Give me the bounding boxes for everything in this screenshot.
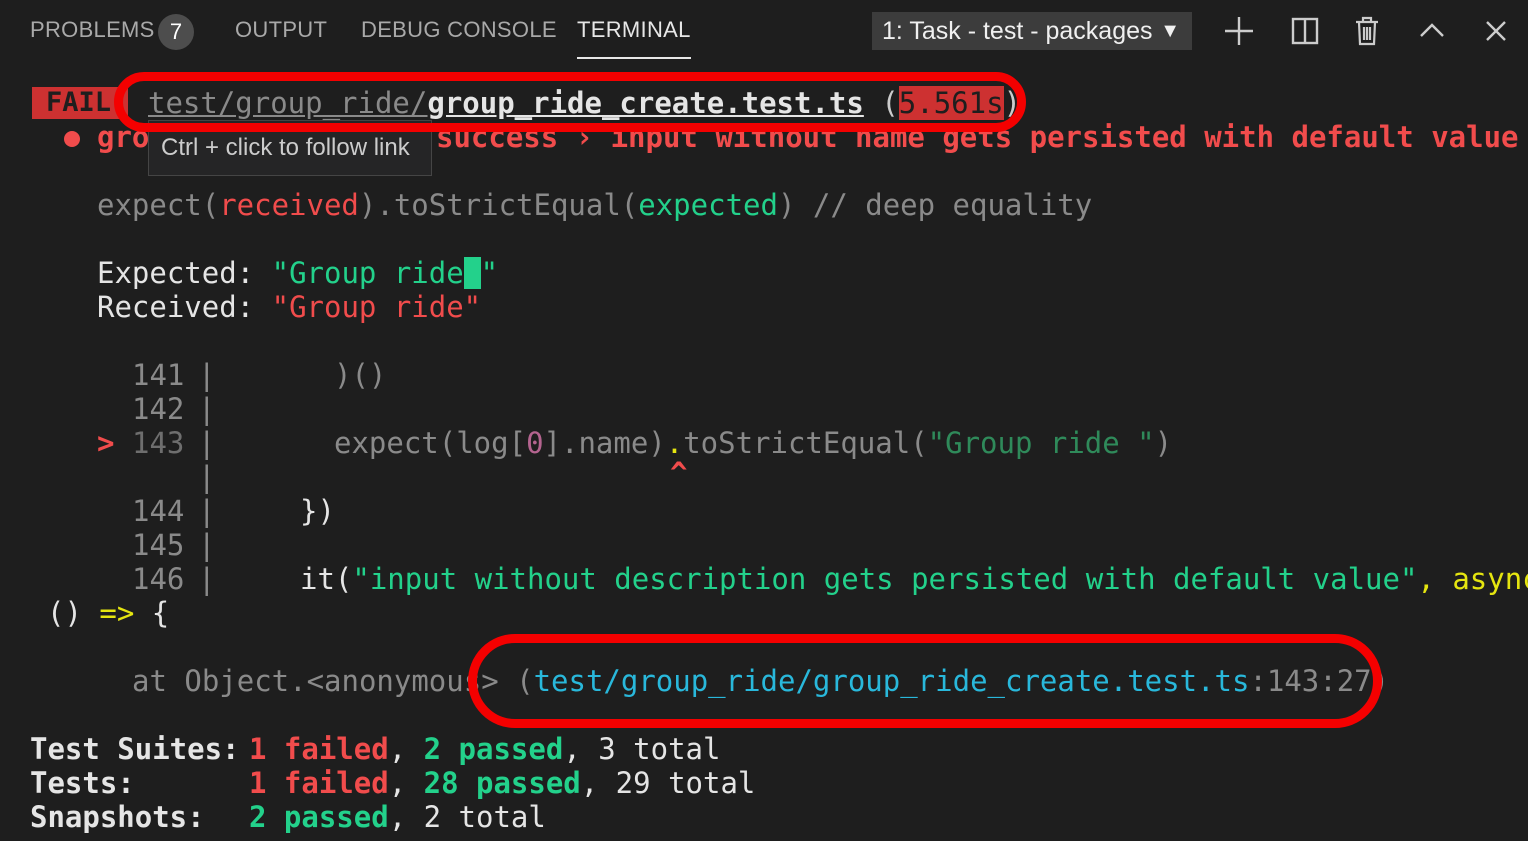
tab-terminal[interactable]: TERMINAL (577, 17, 691, 59)
summary-snapshots-label: Snapshots: (30, 800, 205, 834)
summary-suites: 1 failed, 2 passed, 3 total (249, 732, 721, 766)
plus-icon[interactable] (1222, 14, 1256, 48)
fail-badge: FAIL (32, 87, 128, 119)
line-number: 142 (132, 392, 185, 426)
line-number: 146 (132, 562, 185, 596)
gutter-pipe: | (198, 494, 216, 528)
line-number: 144 (132, 494, 185, 528)
gutter-pipe: | (198, 528, 216, 562)
test-duration: 5.561s (898, 86, 1004, 120)
trash-icon[interactable] (1350, 14, 1384, 48)
code-line: }) (300, 494, 335, 528)
gutter-pipe: | (198, 562, 216, 596)
problems-count-badge: 7 (158, 14, 194, 50)
terminal-select[interactable]: 1: Task - test - packages ▼ (872, 12, 1192, 50)
tab-output[interactable]: OUTPUT (235, 17, 327, 43)
tab-problems[interactable]: PROBLEMS (30, 17, 155, 43)
gutter-pipe: | (198, 392, 216, 426)
line-number: 141 (132, 358, 185, 392)
code-line-wrap: () => { (47, 596, 170, 630)
summary-snapshots: 2 passed, 2 total (249, 800, 546, 834)
dropdown-arrow-icon: ▼ (1160, 20, 1180, 42)
summary-suites-label: Test Suites: (30, 732, 240, 766)
chevron-up-icon[interactable] (1415, 14, 1449, 48)
panel-header: PROBLEMS 7 OUTPUT DEBUG CONSOLE TERMINAL… (0, 0, 1528, 64)
split-icon[interactable] (1288, 14, 1322, 48)
code-line: it("input without description gets persi… (300, 562, 1528, 596)
terminal-select-value: 1: Task - test - packages (882, 17, 1153, 45)
received-line: Received: "Group ride" (97, 290, 482, 324)
test-file-line: test/group_ride/group_ride_create.test.t… (148, 86, 1022, 120)
close-icon[interactable] (1479, 14, 1513, 48)
expected-line: Expected: "Group ride " (97, 256, 499, 290)
test-file-name-link[interactable]: group_ride_create.test.ts (427, 86, 864, 120)
matcher-line: expect(received).toStrictEqual(expected)… (97, 188, 1093, 222)
test-file-dir-link[interactable]: test/group_ride/ (148, 86, 427, 120)
test-title-end: success › input without name gets persis… (436, 120, 1519, 154)
summary-tests: 1 failed, 28 passed, 29 total (249, 766, 756, 800)
gutter-pipe: | (198, 426, 216, 460)
gutter-pipe: | (198, 460, 216, 494)
line-number: 143 (132, 426, 185, 460)
failure-bullet-icon (64, 131, 80, 147)
line-number: 145 (132, 528, 185, 562)
code-line: )() (334, 358, 387, 392)
code-line-error: expect(log[0].name).toStrictEqual("Group… (334, 426, 1173, 460)
error-caret: ^ (670, 456, 688, 490)
stack-trace-link[interactable]: test/group_ride/group_ride_create.test.t… (534, 664, 1250, 698)
diff-highlight (463, 257, 481, 289)
tab-debug-console[interactable]: DEBUG CONSOLE (361, 17, 557, 43)
error-line-marker: > (97, 426, 115, 460)
stack-trace-line: at Object.<anonymous> (test/group_ride/g… (132, 664, 1390, 698)
gutter-pipe: | (198, 358, 216, 392)
test-title-start: gro (97, 120, 150, 154)
follow-link-tooltip: Ctrl + click to follow link (148, 120, 432, 176)
summary-tests-label: Tests: (30, 766, 135, 800)
